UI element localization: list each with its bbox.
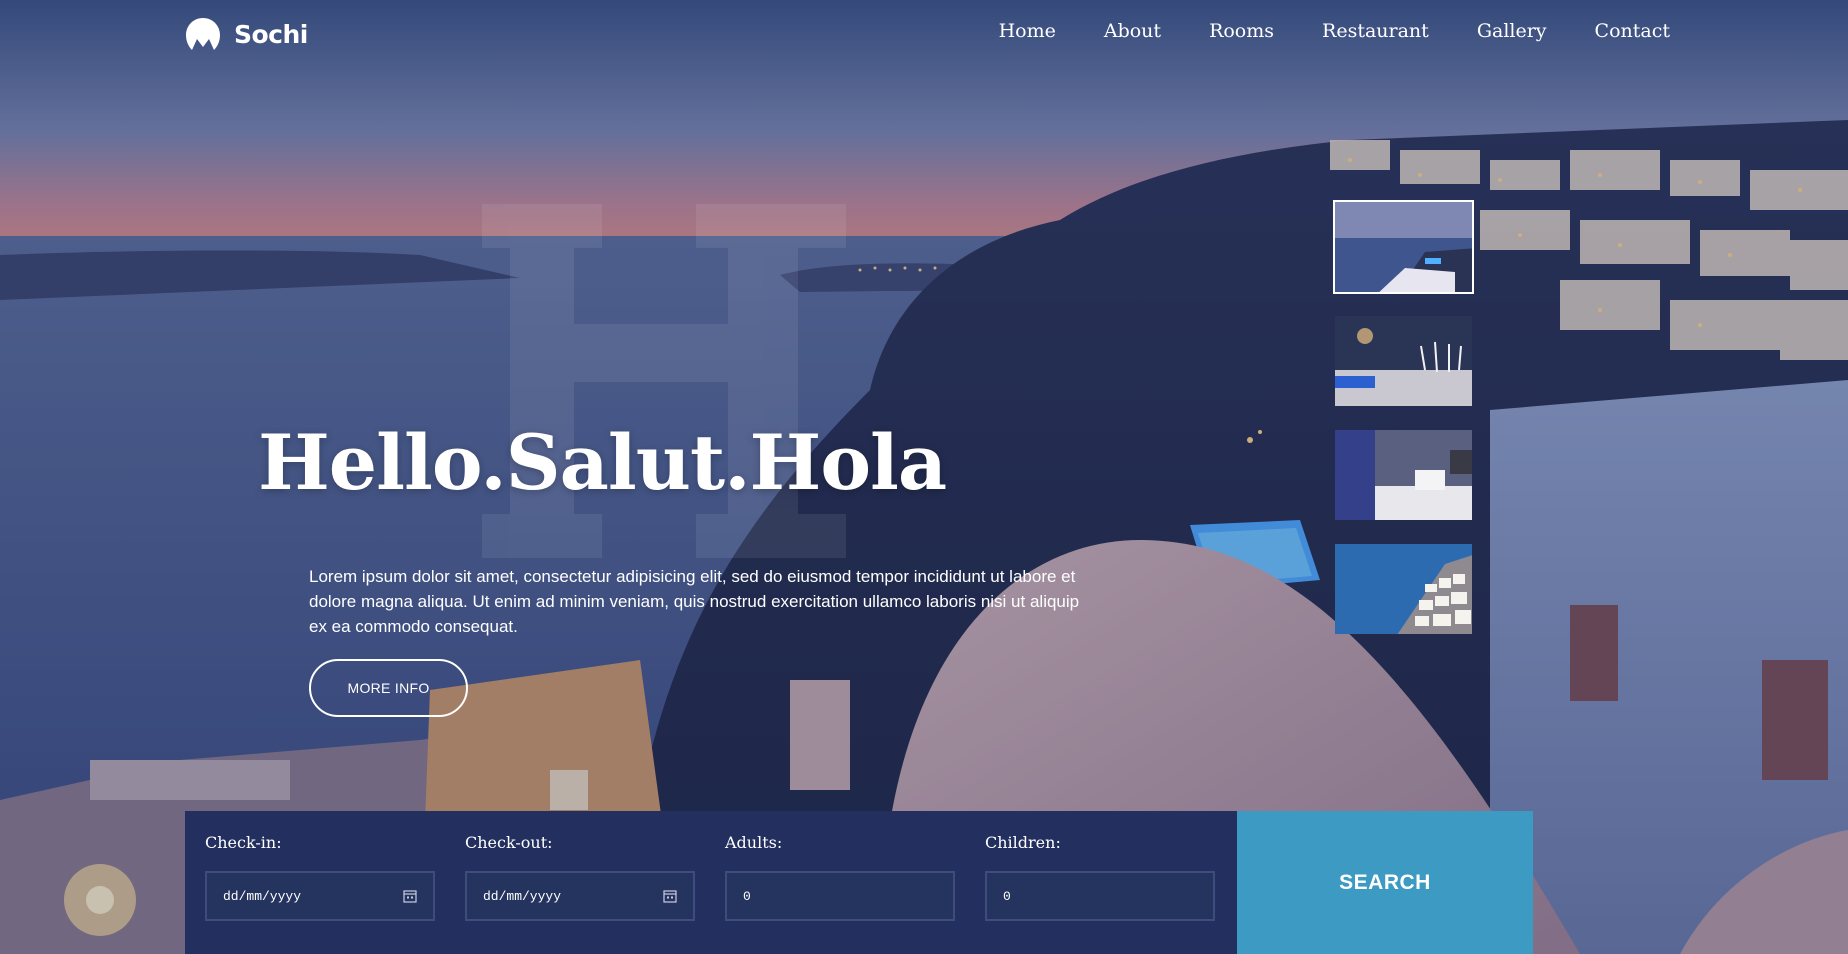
calendar-icon[interactable]	[663, 889, 677, 903]
nav-item-gallery[interactable]: Gallery	[1477, 20, 1547, 42]
hero-thumbnail-list	[1333, 200, 1474, 656]
brand-logo[interactable]: Sochi	[184, 16, 308, 52]
checkout-value: dd/mm/yyyy	[483, 888, 562, 904]
booking-form: Check-in: dd/mm/yyyy Check-out: dd/mm/yy…	[185, 811, 1237, 954]
children-input[interactable]: 0	[985, 871, 1215, 921]
checkin-input[interactable]: dd/mm/yyyy	[205, 871, 435, 921]
nav-item-rooms[interactable]: Rooms	[1209, 20, 1274, 42]
hero-headline: Hello.Salut.Hola	[258, 418, 947, 507]
hero-description: Lorem ipsum dolor sit amet, consectetur …	[309, 567, 1080, 636]
adults-label: Adults:	[725, 833, 783, 852]
more-info-button[interactable]: MORE INFO	[309, 659, 468, 717]
children-value: 0	[1003, 888, 1011, 904]
brand-name: Sochi	[234, 19, 308, 49]
nav-item-about[interactable]: About	[1104, 20, 1161, 42]
restaurant-glasses-thumb[interactable]	[1333, 314, 1474, 408]
nav-item-contact[interactable]: Contact	[1595, 20, 1670, 42]
hotel-room-thumb[interactable]	[1333, 428, 1474, 522]
children-label: Children:	[985, 833, 1061, 852]
mountain-logo-icon	[186, 18, 220, 50]
main-nav: Home About Rooms Restaurant Gallery Cont…	[999, 20, 1670, 42]
nav-item-home[interactable]: Home	[999, 20, 1056, 42]
checkout-label: Check-out:	[465, 833, 553, 852]
calendar-icon[interactable]	[403, 889, 417, 903]
adults-input[interactable]: 0	[725, 871, 955, 921]
checkin-label: Check-in:	[205, 833, 282, 852]
coast-sunset-thumb[interactable]	[1333, 200, 1474, 294]
nav-item-restaurant[interactable]: Restaurant	[1322, 20, 1429, 42]
checkout-input[interactable]: dd/mm/yyyy	[465, 871, 695, 921]
search-button[interactable]: SEARCH	[1237, 811, 1533, 954]
checkin-value: dd/mm/yyyy	[223, 888, 302, 904]
seaside-village-thumb[interactable]	[1333, 542, 1474, 636]
adults-value: 0	[743, 888, 751, 904]
